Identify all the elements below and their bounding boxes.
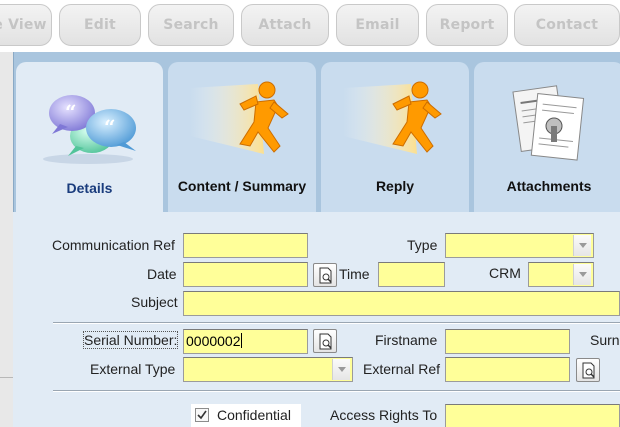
contact-button[interactable]: Contact <box>514 4 620 46</box>
tab-reply-label: Reply <box>375 178 415 194</box>
attach-button[interactable]: Attach <box>241 4 329 46</box>
type-select[interactable] <box>445 233 594 258</box>
date-field[interactable] <box>183 262 308 287</box>
external-ref-field[interactable] <box>445 357 570 382</box>
tab-attachments-label: Attachments <box>506 178 592 194</box>
chevron-down-icon[interactable] <box>573 235 591 256</box>
divider <box>53 322 620 324</box>
confidential-option[interactable]: Confidential <box>191 404 301 427</box>
tab-details[interactable]: “ “ Details <box>16 62 163 214</box>
chat-bubbles-icon: “ “ <box>16 76 163 166</box>
confidential-label: Confidential <box>217 407 291 423</box>
email-button[interactable]: Email <box>336 4 419 46</box>
subject-field[interactable] <box>183 291 620 316</box>
serial-number-label: Serial Number: <box>82 331 179 349</box>
tab-content-summary[interactable]: Content / Summary <box>168 62 316 212</box>
access-rights-label: Access Rights To <box>330 407 438 423</box>
app-window: e View Edit Search Attach Email Report C… <box>0 0 620 427</box>
divider <box>0 377 13 378</box>
crm-label: CRM <box>489 265 521 281</box>
external-ref-lookup-button[interactable] <box>576 358 600 382</box>
documents-icon <box>474 76 620 166</box>
tab-attachments[interactable]: Attachments <box>474 62 620 212</box>
tab-details-label: Details <box>66 180 113 196</box>
tab-reply[interactable]: Reply <box>321 62 469 212</box>
edit-button[interactable]: Edit <box>59 4 141 46</box>
external-type-label: External Type <box>90 361 176 377</box>
view-button[interactable]: e View <box>0 4 52 46</box>
tab-content-summary-label: Content / Summary <box>177 178 307 194</box>
text-cursor <box>240 333 242 348</box>
time-field[interactable] <box>378 262 445 287</box>
crm-select[interactable] <box>528 262 594 287</box>
chevron-down-icon[interactable] <box>573 264 591 285</box>
surname-label: Surn <box>590 332 620 348</box>
time-label: Time <box>339 266 370 282</box>
serial-lookup-button[interactable] <box>313 329 337 353</box>
date-label: Date <box>147 266 177 282</box>
svg-text:“: “ <box>65 100 77 124</box>
serial-number-field[interactable]: 0000002 <box>183 329 308 354</box>
access-rights-field[interactable] <box>445 404 620 427</box>
chevron-down-icon[interactable] <box>332 359 350 380</box>
external-ref-label: External Ref <box>363 361 441 377</box>
subject-label: Subject <box>131 294 178 310</box>
date-picker-button[interactable] <box>313 263 337 287</box>
communication-ref-field[interactable] <box>183 233 308 258</box>
svg-text:“: “ <box>104 115 116 139</box>
type-label: Type <box>407 237 438 253</box>
running-man-icon <box>321 76 469 166</box>
firstname-label: Firstname <box>375 332 438 348</box>
document-search-icon <box>319 333 332 350</box>
divider <box>53 390 620 392</box>
document-search-icon <box>319 267 332 284</box>
communication-ref-label: Communication Ref <box>52 237 175 253</box>
toolbar: e View Edit Search Attach Email Report C… <box>0 0 620 52</box>
firstname-field[interactable] <box>445 329 570 354</box>
confidential-checkbox[interactable] <box>195 408 209 422</box>
running-man-icon <box>168 76 316 166</box>
external-type-select[interactable] <box>183 357 353 382</box>
search-button[interactable]: Search <box>148 4 234 46</box>
document-search-icon <box>582 362 595 379</box>
check-icon <box>197 410 207 420</box>
report-button[interactable]: Report <box>426 4 508 46</box>
details-form: Communication Ref Type Date Time CRM Sub… <box>13 212 620 427</box>
left-strip <box>0 52 13 427</box>
